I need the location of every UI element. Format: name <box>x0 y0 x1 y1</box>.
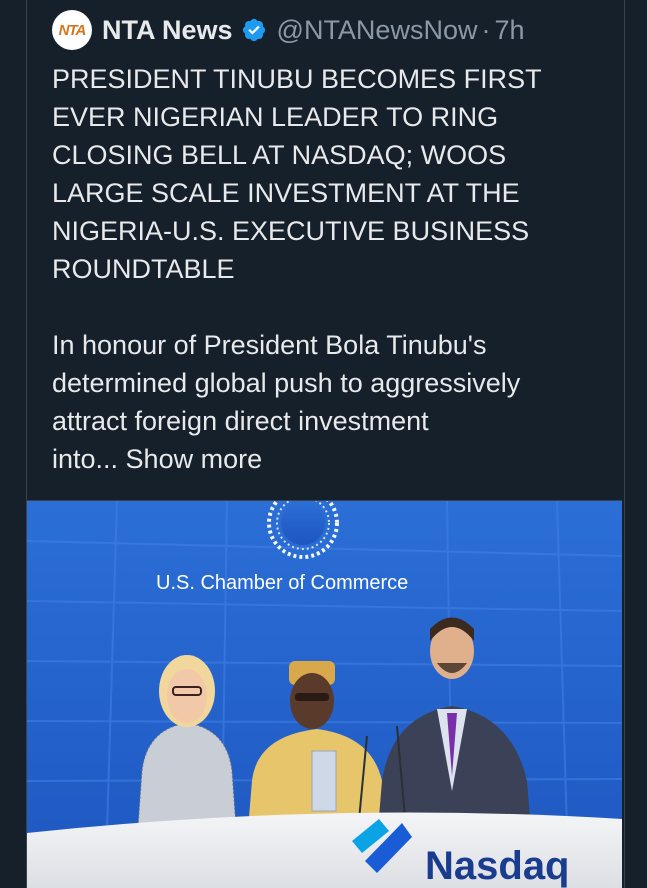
tweet-headline: PRESIDENT TINUBU BECOMES FIRST EVER NIGE… <box>52 64 542 284</box>
avatar-logo: NTA <box>58 21 87 39</box>
photo-illustration: U.S. Chamber of Commerce Nasdaq <box>27 501 622 888</box>
avatar[interactable]: NTA <box>52 10 92 50</box>
timestamp[interactable]: 7h <box>494 15 524 46</box>
tweet-header: NTA NTA News @NTANewsNow · 7h <box>52 8 525 52</box>
tweet-media-photo[interactable]: U.S. Chamber of Commerce Nasdaq <box>27 500 622 888</box>
page: NTA NTA News @NTANewsNow · 7h PRESIDENT … <box>0 0 647 888</box>
tweet-body: In honour of President Bola Tinubu's det… <box>52 330 521 474</box>
podium-brand: Nasdaq <box>425 844 570 888</box>
display-name[interactable]: NTA News <box>102 15 233 46</box>
tweet-text: PRESIDENT TINUBU BECOMES FIRST EVER NIGE… <box>52 60 612 478</box>
backdrop-text: U.S. Chamber of Commerce <box>156 572 408 594</box>
handle[interactable]: @NTANewsNow <box>277 15 478 46</box>
show-more-link[interactable]: Show more <box>126 444 263 474</box>
separator-dot: · <box>481 14 491 45</box>
verified-badge-icon <box>242 18 265 42</box>
